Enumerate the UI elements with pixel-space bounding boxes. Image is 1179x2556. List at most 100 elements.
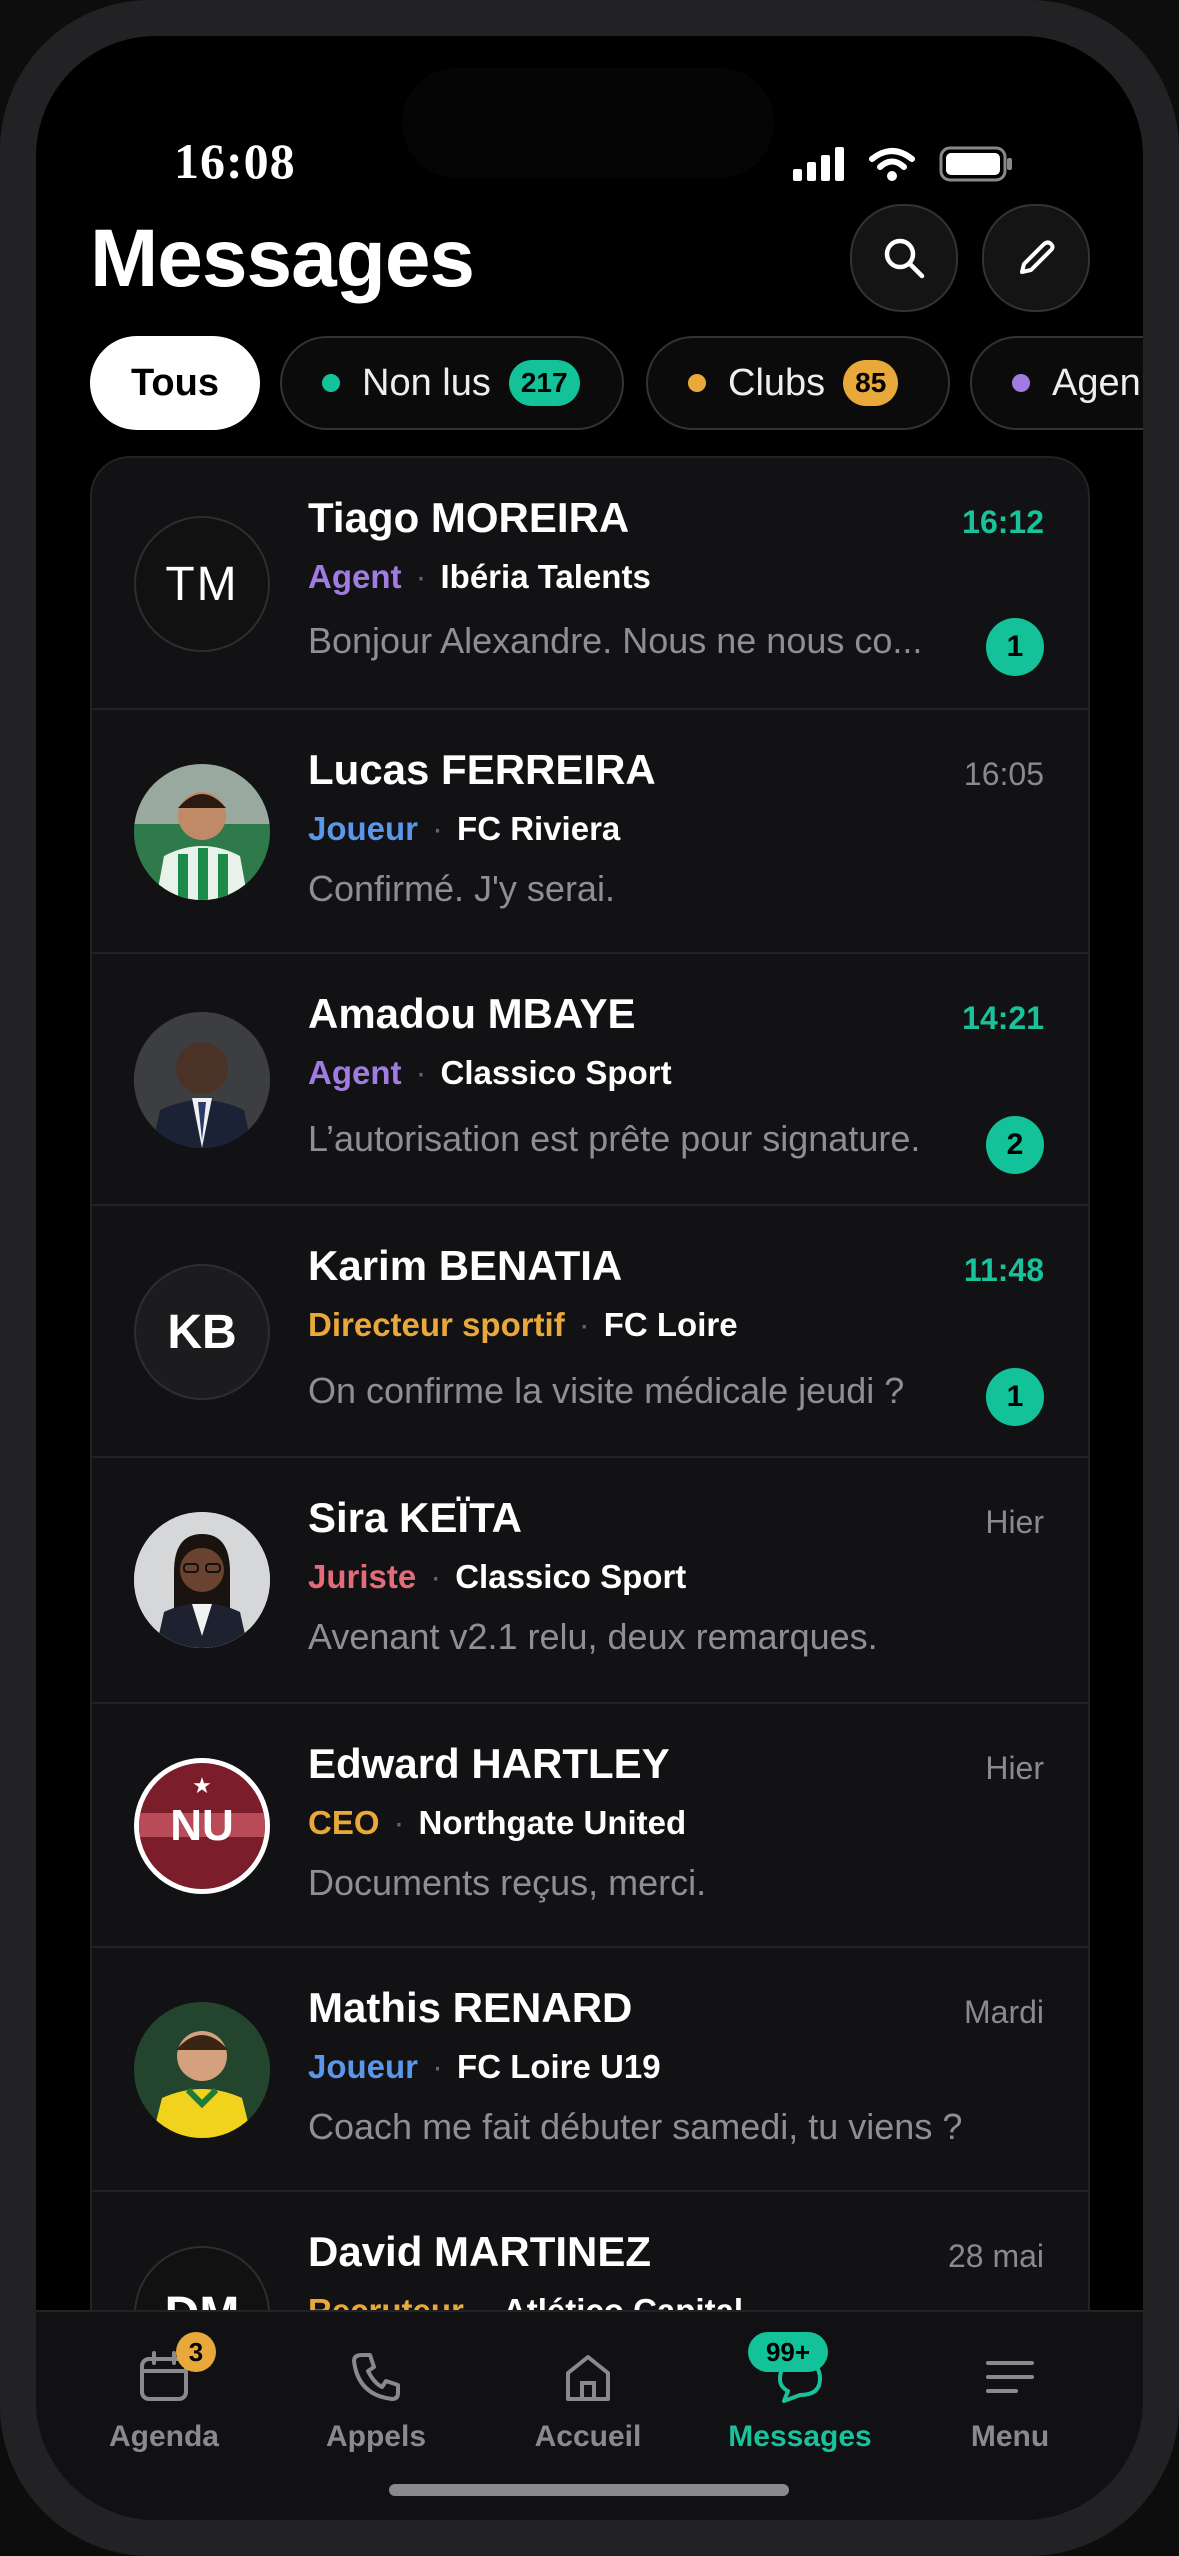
tab-label: Menu <box>970 2420 1050 2453</box>
message-time: 11:48 <box>963 1252 1044 1288</box>
message-preview: Documents reçus, merci. <box>308 1862 707 1903</box>
role-label: Joueur <box>308 810 419 847</box>
search-button[interactable] <box>850 204 958 312</box>
status-time: 16:08 <box>174 133 296 189</box>
count-badge: 99+ <box>748 2332 828 2372</box>
org-label: FC Loire <box>603 1306 738 1343</box>
filter-label: Non lus <box>362 361 491 404</box>
tab-label: Messages <box>728 2420 872 2453</box>
status-icons <box>793 146 1013 182</box>
dynamic-island <box>402 68 774 178</box>
tab-label: Agenda <box>108 2420 219 2453</box>
player-photo <box>134 2002 270 2138</box>
org-label: Classico Sport <box>455 1558 687 1595</box>
contact-meta: Joueur · FC Riviera <box>308 810 621 847</box>
club-crest-avatar: ★ NU <box>134 1758 270 1894</box>
tab-accueil[interactable]: Accueil <box>488 2342 688 2454</box>
conversation-row[interactable]: Sira KEÏTA Hier Juriste · Classico Sport A… <box>92 1458 1088 1704</box>
tab-messages[interactable]: 99+ Messages <box>700 2332 900 2454</box>
phone-icon <box>352 2353 400 2401</box>
contact-name: Karim BENATIA <box>308 1242 623 1289</box>
contact-meta: Agent · Ibéria Talents <box>308 558 651 595</box>
filter-label: Clubs <box>728 361 826 404</box>
message-preview: Coach me fait débuter samedi, tu viens ? <box>308 2106 963 2147</box>
conversation-row[interactable]: ★ NU Edward HARTLEY Hier CEO · Northgate U… <box>92 1704 1088 1948</box>
org-label: Ibéria Talents <box>440 558 651 595</box>
screen: 16:08 Messages Tous Non lus 217 Clubs 85… <box>36 36 1143 2520</box>
contact-name: Lucas FERREIRA <box>308 746 656 793</box>
filter-clubs[interactable]: Clubs 85 <box>646 336 950 430</box>
star-icon: ★ <box>192 1773 212 1798</box>
count-badge: 3 <box>176 2332 216 2372</box>
contact-name: Sira KEÏTA <box>308 1494 522 1541</box>
conversation-row[interactable]: Amadou MBAYE 14:21 Agent · Classico Sport … <box>92 954 1088 1206</box>
conversation-list: TM Tiago MOREIRA 16:12 Agent · Ibéria Tale… <box>90 456 1090 2398</box>
filter-non-lus[interactable]: Non lus 217 <box>280 336 624 430</box>
filter-chips: Tous Non lus 217 Clubs 85 Agen <box>90 336 1143 432</box>
avatar: TM <box>134 516 270 652</box>
conversation-row[interactable]: Mathis RENARD Mardi Joueur · FC Loire U19 … <box>92 1948 1088 2192</box>
message-preview: Bonjour Alexandre. Nous ne nous co... <box>308 620 923 661</box>
message-time: Hier <box>985 1750 1044 1786</box>
tab-menu[interactable]: Menu <box>910 2342 1110 2454</box>
org-label: Northgate United <box>418 1804 687 1841</box>
contact-name: David MARTINEZ <box>308 2228 652 2275</box>
page-title: Messages <box>90 213 475 304</box>
message-time: 16:05 <box>963 756 1044 792</box>
org-label: Classico Sport <box>440 1054 672 1091</box>
lawyer-photo <box>134 1512 270 1648</box>
search-icon <box>884 238 925 279</box>
filter-tous[interactable]: Tous <box>90 336 260 430</box>
role-label: Joueur <box>308 2048 419 2085</box>
signal-icon <box>793 147 844 181</box>
menu-icon <box>986 2361 1034 2393</box>
contact-name: Mathis RENARD <box>308 1984 633 2031</box>
filter-agents[interactable]: Agen <box>970 336 1143 430</box>
filter-label: Tous <box>131 361 219 404</box>
message-preview: Confirmé. J'y serai. <box>308 868 615 909</box>
conversation-row[interactable]: KB Karim BENATIA 11:48 Directeur sportif… <box>92 1206 1088 1458</box>
unread-badge: 1 <box>986 1368 1044 1426</box>
status-dot <box>688 374 706 392</box>
avatar <box>134 764 270 900</box>
contact-name: Edward HARTLEY <box>308 1740 670 1787</box>
tab-label: Appels <box>325 2420 427 2453</box>
role-label: Directeur sportif <box>308 1306 565 1343</box>
crest-initials: NU <box>170 1801 234 1850</box>
contact-meta: Agent · Classico Sport <box>308 1054 672 1091</box>
message-time: Mardi <box>963 1994 1044 2030</box>
unread-badge: 1 <box>986 618 1044 676</box>
home-indicator[interactable] <box>389 2484 789 2496</box>
status-dot <box>322 374 340 392</box>
tab-appels[interactable]: Appels <box>276 2342 476 2454</box>
wifi-icon <box>869 148 915 181</box>
avatar <box>134 1012 270 1148</box>
contact-name: Amadou MBAYE <box>308 990 636 1037</box>
conversation-row[interactable]: Lucas FERREIRA 16:05 Joueur · FC Riviera C… <box>92 710 1088 954</box>
conversation-row[interactable]: TM Tiago MOREIRA 16:12 Agent · Ibéria Tale… <box>92 458 1088 710</box>
message-time: 16:12 <box>962 504 1044 540</box>
avatar <box>134 1512 270 1648</box>
message-time: 28 mai <box>947 2238 1044 2274</box>
org-label: FC Riviera <box>457 810 621 847</box>
status-dot <box>1012 374 1030 392</box>
contact-meta: Joueur · FC Loire U19 <box>308 2048 661 2085</box>
tab-agenda[interactable]: 3 Agenda <box>64 2332 264 2454</box>
filter-label: Agen <box>1052 361 1141 404</box>
count-badge: 217 <box>508 360 580 406</box>
avatar: KB <box>134 1264 270 1400</box>
pencil-icon <box>1020 240 1055 274</box>
contact-name: Tiago MOREIRA <box>308 494 630 541</box>
role-label: CEO <box>308 1804 380 1841</box>
unread-badge: 2 <box>986 1116 1044 1174</box>
avatar <box>134 2002 270 2138</box>
role-label: Agent <box>308 558 402 595</box>
contact-meta: Directeur sportif · FC Loire <box>308 1306 738 1343</box>
player-photo <box>134 764 270 900</box>
message-preview: On confirme la visite médicale jeudi ? <box>308 1370 905 1411</box>
contact-meta: CEO · Northgate United <box>308 1804 687 1841</box>
tab-label: Accueil <box>534 2420 642 2453</box>
org-label: FC Loire U19 <box>457 2048 661 2085</box>
compose-button[interactable] <box>982 204 1090 312</box>
contact-meta: Juriste · Classico Sport <box>308 1558 687 1595</box>
